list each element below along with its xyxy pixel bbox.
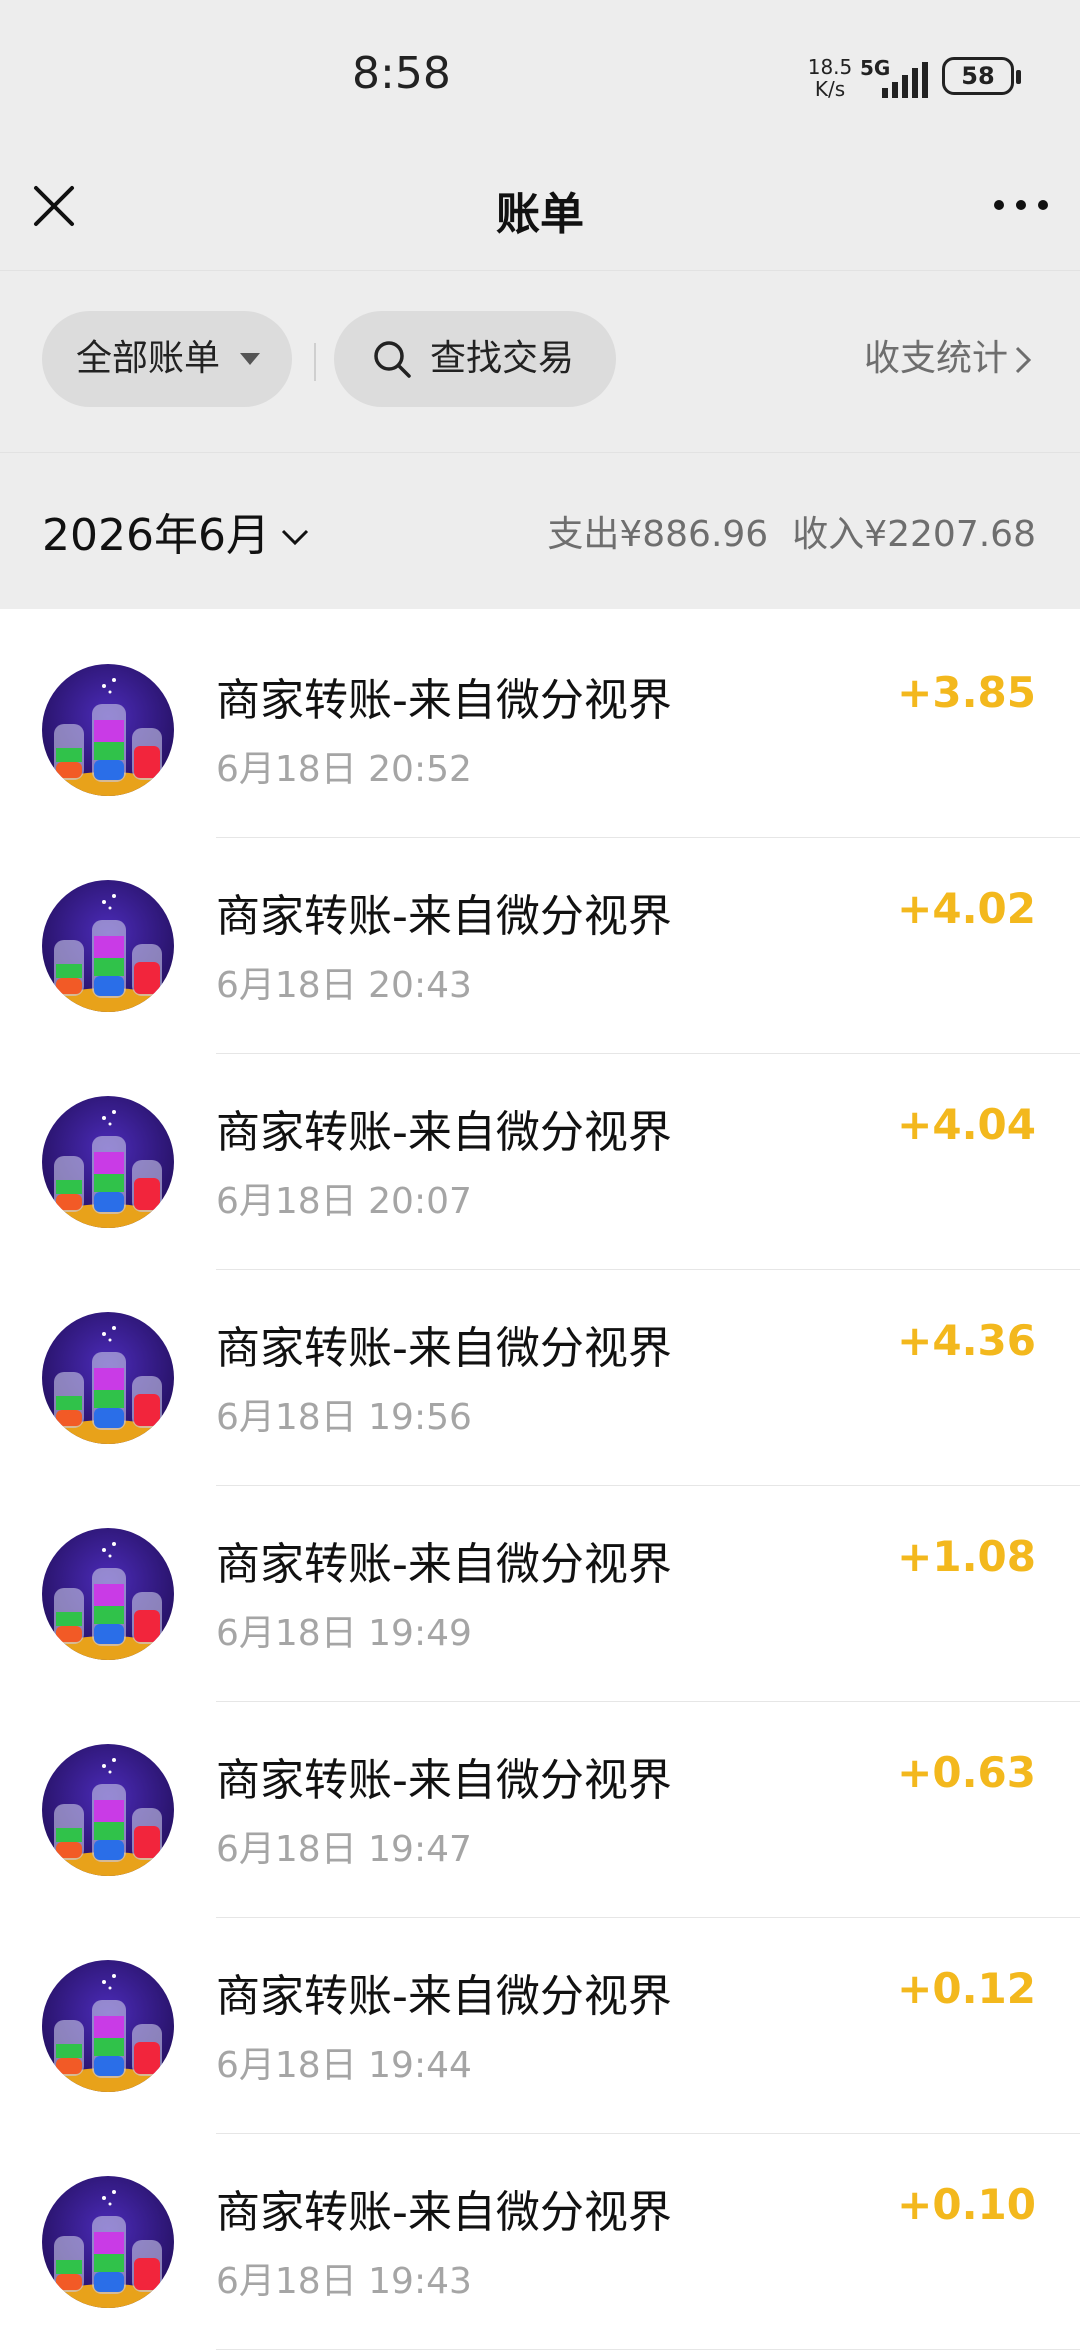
transaction-title: 商家转账-来自微分视界 bbox=[216, 1107, 672, 1158]
divider bbox=[314, 343, 316, 381]
bottles-logo-icon bbox=[42, 1312, 174, 1444]
bottles-logo-icon bbox=[42, 1528, 174, 1660]
status-bar: 8:58 18.5 K/s 5G 58 bbox=[0, 0, 1080, 150]
transaction-amount: +0.63 bbox=[897, 1748, 1036, 1797]
month-selector[interactable]: 2026年6月 bbox=[42, 499, 310, 563]
signal-icon bbox=[882, 62, 928, 98]
transaction-row[interactable]: 商家转账-来自微分视界 6月18日 20:43 +4.02 bbox=[0, 838, 1080, 1054]
search-label: 查找交易 bbox=[430, 338, 575, 379]
network-speed-value: 18.5 bbox=[807, 55, 853, 79]
transaction-title: 商家转账-来自微分视界 bbox=[216, 2187, 672, 2238]
transaction-row[interactable]: 商家转账-来自微分视界 6月18日 19:47 +0.63 bbox=[0, 1702, 1080, 1918]
merchant-avatar bbox=[42, 1096, 174, 1228]
transaction-date: 6月18日 19:44 bbox=[216, 2045, 472, 2086]
transaction-amount: +0.12 bbox=[897, 1964, 1036, 2013]
transaction-row[interactable]: 商家转账-来自微分视界 6月18日 20:52 +3.85 bbox=[0, 622, 1080, 838]
merchant-avatar bbox=[42, 1960, 174, 2092]
stats-link[interactable]: 收支统计 bbox=[864, 311, 1032, 407]
network-speed: 18.5 K/s bbox=[806, 56, 854, 100]
transaction-date: 6月18日 19:56 bbox=[216, 1397, 472, 1438]
merchant-avatar bbox=[42, 1744, 174, 1876]
transaction-amount: +4.04 bbox=[897, 1100, 1036, 1149]
transaction-row[interactable]: 商家转账-来自微分视界 6月18日 19:44 +0.12 bbox=[0, 1918, 1080, 2134]
chevron-right-icon bbox=[1015, 346, 1032, 374]
transaction-title: 商家转账-来自微分视界 bbox=[216, 1971, 672, 2022]
bottles-logo-icon bbox=[42, 2176, 174, 2308]
bottles-logo-icon bbox=[42, 1096, 174, 1228]
transaction-date: 6月18日 19:47 bbox=[216, 1829, 472, 1870]
transaction-row[interactable]: 商家转账-来自微分视界 6月18日 19:56 +4.36 bbox=[0, 1270, 1080, 1486]
bottles-logo-icon bbox=[42, 664, 174, 796]
page-title: 账单 bbox=[496, 189, 584, 240]
title-bar: 账单 bbox=[0, 150, 1080, 270]
transaction-amount: +3.85 bbox=[897, 668, 1036, 717]
transaction-date: 6月18日 19:49 bbox=[216, 1613, 472, 1654]
transaction-amount: +1.08 bbox=[897, 1532, 1036, 1581]
filter-bar: 全部账单 查找交易 收支统计 bbox=[0, 270, 1080, 453]
merchant-avatar bbox=[42, 664, 174, 796]
transaction-title: 商家转账-来自微分视界 bbox=[216, 675, 672, 726]
expense-label: 支出 bbox=[547, 514, 620, 555]
bottles-logo-icon bbox=[42, 880, 174, 1012]
bottles-logo-icon bbox=[42, 1960, 174, 2092]
month-label: 2026年6月 bbox=[42, 510, 270, 561]
transaction-title: 商家转账-来自微分视界 bbox=[216, 1755, 672, 1806]
transaction-title: 商家转账-来自微分视界 bbox=[216, 1539, 672, 1590]
network-speed-unit: K/s bbox=[814, 77, 846, 101]
merchant-avatar bbox=[42, 880, 174, 1012]
transaction-amount: +4.02 bbox=[897, 884, 1036, 933]
chevron-down-icon bbox=[281, 529, 309, 546]
month-summary-bar: 2026年6月 支出¥886.96 收入¥2207.68 bbox=[0, 452, 1080, 609]
transaction-row[interactable]: 商家转账-来自微分视界 6月18日 19:49 +1.08 bbox=[0, 1486, 1080, 1702]
transaction-date: 6月18日 20:07 bbox=[216, 1181, 472, 1222]
merchant-avatar bbox=[42, 2176, 174, 2308]
caret-down-icon bbox=[240, 353, 260, 365]
transaction-title: 商家转账-来自微分视界 bbox=[216, 1323, 672, 1374]
transaction-date: 6月18日 19:43 bbox=[216, 2261, 472, 2302]
month-totals: 支出¥886.96 收入¥2207.68 bbox=[547, 505, 1036, 557]
transaction-date: 6月18日 20:52 bbox=[216, 749, 472, 790]
transaction-row[interactable]: 商家转账-来自微分视界 6月18日 20:07 +4.04 bbox=[0, 1054, 1080, 1270]
expense-value: ¥886.96 bbox=[619, 514, 769, 555]
all-bills-dropdown[interactable]: 全部账单 bbox=[42, 311, 292, 407]
more-icon[interactable] bbox=[986, 180, 1056, 230]
merchant-avatar bbox=[42, 1312, 174, 1444]
transaction-amount: +0.10 bbox=[897, 2180, 1036, 2229]
income-label: 收入 bbox=[792, 514, 865, 555]
income-value: ¥2207.68 bbox=[864, 514, 1036, 555]
bottles-logo-icon bbox=[42, 1744, 174, 1876]
merchant-avatar bbox=[42, 1528, 174, 1660]
transaction-row[interactable]: 商家转账-来自微分视界 6月18日 19:43 +0.10 bbox=[0, 2134, 1080, 2350]
transaction-date: 6月18日 20:43 bbox=[216, 965, 472, 1006]
search-transactions-button[interactable]: 查找交易 bbox=[334, 311, 616, 407]
status-time: 8:58 bbox=[352, 48, 451, 99]
battery-icon: 58 bbox=[942, 57, 1021, 95]
search-icon bbox=[374, 341, 411, 378]
transaction-amount: +4.36 bbox=[897, 1316, 1036, 1365]
transaction-title: 商家转账-来自微分视界 bbox=[216, 891, 672, 942]
all-bills-label: 全部账单 bbox=[76, 338, 221, 379]
stats-label: 收支统计 bbox=[863, 338, 1008, 379]
